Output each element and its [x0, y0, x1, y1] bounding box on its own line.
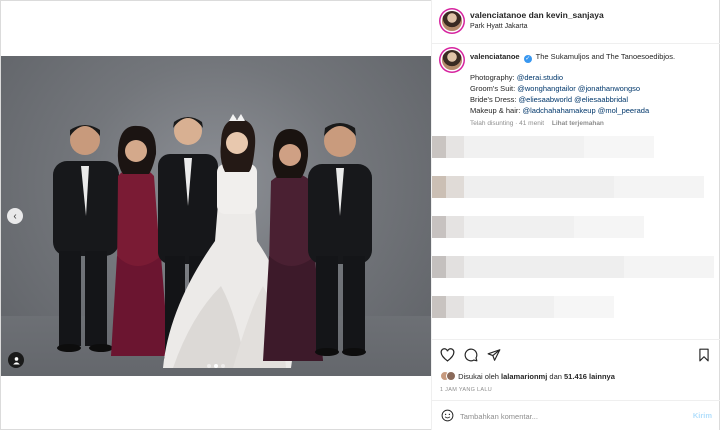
caption-avatar[interactable]	[442, 50, 462, 70]
obscured-comment	[432, 136, 720, 158]
comment-icon[interactable]	[463, 347, 479, 363]
chevron-left-icon[interactable]: ‹	[7, 208, 23, 224]
obscured-comment	[432, 176, 720, 198]
credit-line: Photography: @derai.studio	[470, 72, 649, 83]
credit-label: Groom's Suit:	[470, 84, 518, 93]
credit-line: Makeup & hair: @ladchahahamakeup @mol_pe…	[470, 105, 649, 116]
caption-text: The Sukamuljos and The Tanoesoedibjos.	[535, 52, 676, 61]
obscured-comment	[432, 216, 720, 238]
mention-link[interactable]: @eliesaabbridal	[574, 95, 628, 104]
credit-line: Bride's Dress: @eliesaabworld @eliesaabb…	[470, 94, 649, 105]
caption-meta: Telah disunting · 41 menit Lihat terjema…	[470, 120, 604, 127]
caption-first-line: valenciatanoe ✓ The Sukamuljos and The T…	[470, 52, 675, 63]
add-comment-bar: Kirim	[432, 400, 720, 430]
action-bar	[432, 339, 720, 369]
liker-username[interactable]: lalamarionmj	[501, 372, 547, 381]
post-location[interactable]: Park Hyatt Jakarta	[470, 23, 528, 30]
comment-input[interactable]	[460, 409, 670, 423]
credit-label: Bride's Dress:	[470, 95, 519, 104]
post-comment-button[interactable]: Kirim	[693, 411, 712, 420]
mention-link[interactable]: @eliesaabworld	[519, 95, 572, 104]
credit-label: Makeup & hair:	[470, 106, 523, 115]
avatar[interactable]	[442, 11, 462, 31]
carousel-indicator	[1, 364, 431, 368]
likes-middle: dan	[547, 372, 565, 381]
carousel-dot	[221, 364, 225, 368]
post-header: valenciatanoe dan kevin_sanjaya Park Hya…	[432, 0, 720, 44]
family-portrait	[53, 114, 372, 368]
carousel-dot	[207, 364, 211, 368]
mention-link[interactable]: @jonathanwongso	[578, 84, 640, 93]
heart-icon[interactable]	[439, 347, 455, 363]
person-brother	[308, 123, 372, 356]
comments-list-obscured	[432, 134, 720, 339]
post-timestamp: 1 JAM YANG LALU	[440, 387, 492, 393]
likes-prefix: Disukai oleh	[458, 372, 502, 381]
mention-link[interactable]: @derai.studio	[517, 73, 563, 82]
likes-count[interactable]: 51.416 lainnya	[564, 372, 615, 381]
post-sidebar: valenciatanoe dan kevin_sanjaya Park Hya…	[431, 0, 720, 430]
caption-username[interactable]: valenciatanoe	[470, 52, 520, 61]
verified-badge-icon: ✓	[523, 55, 532, 63]
obscured-comment	[432, 256, 720, 278]
liker-avatar	[446, 371, 456, 381]
mention-link[interactable]: @mol_peerada	[598, 106, 649, 115]
likes-summary: Disukai oleh lalamarionmj dan 51.416 lai…	[440, 371, 615, 385]
credit-label: Photography:	[470, 73, 517, 82]
share-icon[interactable]	[486, 347, 502, 363]
carousel-dot-active	[214, 364, 218, 368]
credit-line: Groom's Suit: @wonghangtailor @jonathanw…	[470, 83, 649, 94]
bookmark-icon[interactable]	[696, 347, 712, 363]
mention-link[interactable]: @ladchahahamakeup	[523, 106, 596, 115]
caption-credits: Photography: @derai.studio Groom's Suit:…	[470, 72, 649, 116]
translate-link[interactable]: Lihat terjemahan	[552, 120, 604, 127]
mention-link[interactable]: @wonghangtailor	[517, 84, 575, 93]
post-authors[interactable]: valenciatanoe dan kevin_sanjaya	[470, 10, 604, 20]
person-father-groom	[53, 125, 119, 352]
obscured-comment	[432, 296, 720, 318]
emoji-icon[interactable]	[441, 409, 454, 422]
post-caption: valenciatanoe ✓ The Sukamuljos and The T…	[432, 44, 720, 134]
post-photo[interactable]: ‹	[1, 56, 431, 376]
edited-label: Telah disunting · 41 menit	[470, 120, 545, 127]
